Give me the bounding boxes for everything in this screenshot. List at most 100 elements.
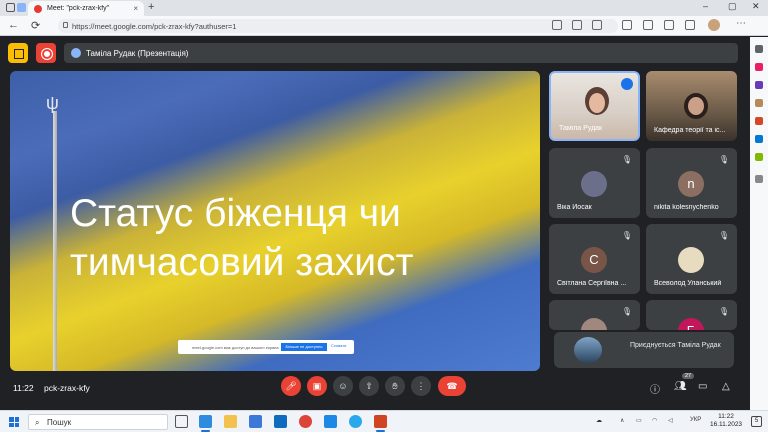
more-options-button[interactable]: ⋮ bbox=[411, 376, 431, 396]
taskbar-clock[interactable]: 11:22 16.11.2023 bbox=[710, 413, 742, 429]
taskbar-search[interactable]: ⌕ Пошук bbox=[28, 414, 168, 430]
store-icon[interactable] bbox=[249, 415, 262, 428]
url-field[interactable]: https://meet.google.com/pck-zrax-kfy?aut… bbox=[58, 19, 618, 33]
tab-actions-icon[interactable] bbox=[17, 3, 26, 12]
participant-tile[interactable]: Таміла Рудак bbox=[549, 71, 640, 141]
read-aloud-icon[interactable] bbox=[572, 20, 582, 30]
stop-sharing-button[interactable]: Більше не доступно bbox=[281, 343, 327, 351]
participant-name: Віка Йосак bbox=[557, 204, 592, 211]
raise-hand-button[interactable]: ✋︎ bbox=[385, 376, 405, 396]
camera-toggle-button[interactable]: ▣ bbox=[307, 376, 327, 396]
participant-tile[interactable]: 🎙 Б bbox=[646, 300, 737, 330]
camera-permission-icon[interactable] bbox=[552, 20, 562, 30]
new-tab-button[interactable]: + bbox=[148, 1, 154, 13]
split-screen-icon[interactable] bbox=[622, 20, 632, 30]
browser-tab-meet[interactable]: Meet: "pck-zrax-kfy" × bbox=[28, 1, 144, 16]
task-view-icon[interactable] bbox=[175, 415, 188, 428]
weather-icon[interactable]: ☁ bbox=[596, 417, 602, 424]
participant-tile[interactable]: 🎙 С Світлана Сергіївна ... bbox=[549, 224, 640, 294]
workspaces-icon[interactable] bbox=[6, 3, 15, 12]
chrome-icon[interactable] bbox=[299, 415, 312, 428]
participant-tile[interactable]: 🎙 Всеволод Уланський bbox=[646, 224, 737, 294]
minimize-button[interactable]: – bbox=[703, 1, 708, 11]
browser-tab-bar: Meet: "pck-zrax-kfy" × + – ▢ ✕ bbox=[0, 0, 768, 16]
participant-avatar bbox=[581, 318, 607, 330]
leave-call-button[interactable]: ☎ bbox=[438, 376, 466, 396]
recording-button[interactable] bbox=[36, 43, 56, 63]
participant-count-badge: 27 bbox=[682, 373, 695, 379]
emoji-reaction-button[interactable]: ☺ bbox=[333, 376, 353, 396]
slide-title: Статус біженця чи тимчасовий захист bbox=[70, 189, 413, 287]
participant-tile[interactable]: 🎙 n nikita kolesnychenko bbox=[646, 148, 737, 218]
maximize-button[interactable]: ▢ bbox=[728, 1, 737, 12]
hide-notice-link[interactable]: Сховати bbox=[331, 343, 346, 348]
present-screen-button[interactable]: ⇧ bbox=[359, 376, 379, 396]
edge-app-icon[interactable] bbox=[199, 415, 212, 432]
browser-sidebar bbox=[750, 37, 768, 410]
windows-start-icon[interactable] bbox=[9, 417, 19, 427]
screen-share-notice: meet.google.com має доступ до вашого екр… bbox=[178, 340, 354, 354]
join-notice-text: Приєднується Таміла Рудак bbox=[630, 342, 721, 349]
games-icon[interactable] bbox=[755, 99, 763, 107]
participant-name: nikita kolesnychenko bbox=[654, 204, 719, 211]
close-window-button[interactable]: ✕ bbox=[752, 1, 760, 12]
tab-close-icon[interactable]: × bbox=[133, 4, 138, 13]
participant-name: Світлана Сергіївна ... bbox=[557, 280, 627, 287]
participant-tile[interactable]: Кафедра теорії та іс... bbox=[646, 71, 737, 141]
office-icon[interactable] bbox=[755, 117, 763, 125]
word-icon[interactable] bbox=[324, 415, 337, 428]
joining-avatar bbox=[574, 337, 602, 363]
favorite-star-icon[interactable] bbox=[592, 20, 602, 30]
back-button[interactable]: ← bbox=[8, 19, 19, 31]
people-icon[interactable]: 👥︎ bbox=[674, 381, 687, 392]
tools-icon[interactable] bbox=[755, 81, 763, 89]
shared-screen: ψ Статус біженця чи тимчасовий захист bbox=[10, 71, 540, 371]
mic-off-icon: 🎙 bbox=[621, 307, 632, 316]
extensions-icon[interactable] bbox=[685, 20, 695, 30]
trident-icon: ψ bbox=[46, 93, 59, 113]
profile-avatar[interactable] bbox=[708, 19, 720, 31]
tray-chevron-icon[interactable]: ∧ bbox=[620, 417, 624, 424]
reload-button[interactable]: ⟳ bbox=[31, 19, 40, 32]
present-tab-button[interactable] bbox=[8, 43, 28, 63]
search-placeholder: Пошук bbox=[47, 417, 72, 427]
participant-face bbox=[589, 93, 605, 113]
designer-icon[interactable] bbox=[755, 153, 763, 161]
collections-icon[interactable] bbox=[664, 20, 674, 30]
clock-time: 11:22 bbox=[718, 413, 734, 420]
slide-title-line-1: Статус біженця чи bbox=[70, 192, 401, 235]
mail-icon[interactable] bbox=[274, 415, 287, 428]
shopping-icon[interactable] bbox=[755, 63, 763, 71]
notifications-badge[interactable]: 5 bbox=[751, 416, 762, 427]
meeting-time: 11:22 bbox=[13, 383, 34, 393]
search-icon: ⌕ bbox=[35, 418, 40, 427]
url-text: https://meet.google.com/pck-zrax-kfy?aut… bbox=[72, 21, 237, 31]
participant-avatar bbox=[581, 171, 607, 197]
presenter-label: Таміла Рудак (Презентація) bbox=[86, 48, 189, 58]
telegram-icon[interactable] bbox=[349, 415, 362, 428]
mic-off-icon: 🎙 bbox=[621, 231, 632, 240]
meet-window: Таміла Рудак (Презентація) ψ Статус біже… bbox=[0, 37, 750, 410]
participant-tile[interactable]: 🎙 Віка Йосак bbox=[549, 148, 640, 218]
language-indicator[interactable]: УКР bbox=[690, 417, 701, 423]
meeting-details-icon[interactable]: ⓘ bbox=[650, 381, 660, 396]
browser-menu-icon[interactable]: ⋯ bbox=[736, 18, 746, 29]
activities-icon[interactable]: △ bbox=[722, 381, 730, 392]
join-notification[interactable]: Приєднується Таміла Рудак bbox=[554, 332, 734, 368]
mic-toggle-button[interactable]: 🎤︎ bbox=[281, 376, 301, 396]
participant-avatar: n bbox=[678, 171, 704, 197]
chat-icon[interactable]: ▭ bbox=[698, 381, 707, 392]
battery-icon[interactable]: ▭ bbox=[636, 417, 642, 424]
file-explorer-icon[interactable] bbox=[224, 415, 237, 428]
outlook-icon[interactable] bbox=[755, 135, 763, 143]
participant-tile[interactable]: 🎙 bbox=[549, 300, 640, 330]
search-icon[interactable] bbox=[755, 45, 763, 53]
powerpoint-icon[interactable] bbox=[374, 415, 387, 432]
presentation-banner: Таміла Рудак (Презентація) bbox=[64, 43, 738, 63]
meeting-code: pck-zrax-kfy bbox=[44, 383, 90, 393]
presenter-avatar bbox=[71, 48, 81, 58]
add-app-icon[interactable] bbox=[755, 175, 763, 183]
volume-icon[interactable]: ◁ bbox=[668, 417, 673, 424]
favorites-icon[interactable] bbox=[643, 20, 653, 30]
wifi-icon[interactable]: ◠ bbox=[652, 417, 657, 424]
